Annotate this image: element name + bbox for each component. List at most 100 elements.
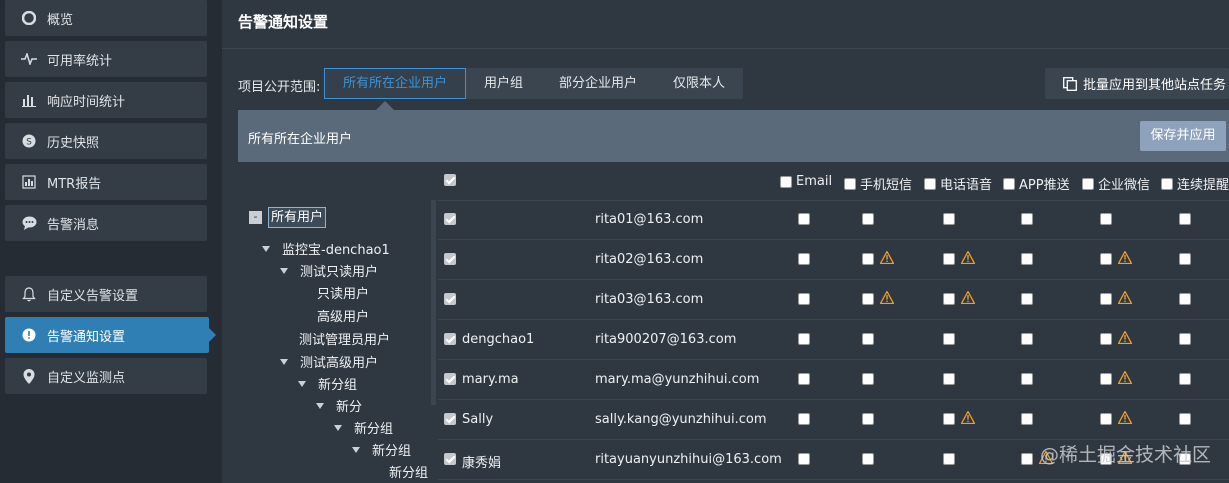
row-checkbox[interactable] xyxy=(444,373,456,389)
notify-checkbox[interactable] xyxy=(862,413,874,429)
tree-node[interactable]: 监控宝-denchao1 xyxy=(262,239,390,258)
tree-node[interactable]: 高级用户 xyxy=(317,306,369,325)
user-email: rita900207@163.com xyxy=(595,332,737,347)
row-checkbox[interactable] xyxy=(444,333,456,349)
tree-node[interactable]: 测试高级用户 xyxy=(280,352,378,371)
row-checkbox[interactable] xyxy=(444,253,456,269)
sidebar-item-availability[interactable]: 可用率统计 xyxy=(5,41,207,77)
select-all-checkbox[interactable] xyxy=(444,174,460,186)
notify-checkbox[interactable] xyxy=(1179,213,1191,229)
tab-self-only[interactable]: 仅限本人 xyxy=(655,68,743,99)
notify-checkbox[interactable] xyxy=(943,373,955,389)
sidebar-item-label: 可用率统计 xyxy=(47,53,113,69)
notify-checkbox[interactable] xyxy=(1021,333,1033,349)
notify-checkbox[interactable] xyxy=(1100,333,1112,349)
row-checkbox[interactable] xyxy=(444,293,456,309)
sidebar-item-response-time[interactable]: 响应时间统计 xyxy=(5,82,207,118)
notify-checkbox[interactable] xyxy=(798,413,810,429)
column-checkbox[interactable] xyxy=(844,177,856,190)
row-checkbox[interactable] xyxy=(444,453,456,469)
tree-node[interactable]: 新分组 xyxy=(389,462,428,481)
sidebar-item-alert-messages[interactable]: 告警消息 xyxy=(5,205,207,241)
sidebar-item-label: 自定义告警设置 xyxy=(47,288,139,304)
chat-icon xyxy=(21,215,37,231)
sidebar-item-custom-alert[interactable]: 自定义告警设置 xyxy=(5,276,207,312)
notify-checkbox[interactable] xyxy=(1021,213,1033,229)
notify-checkbox[interactable] xyxy=(1179,413,1191,429)
sidebar-item-mtr[interactable]: MTR报告 xyxy=(5,164,207,200)
tree-root-all-users[interactable]: 所有用户 xyxy=(268,207,327,228)
tree-node[interactable]: 新分组 xyxy=(352,440,411,459)
tree-node[interactable]: 测试只读用户 xyxy=(280,261,378,280)
notify-checkbox[interactable] xyxy=(798,373,810,389)
warning-icon xyxy=(1117,370,1133,388)
column-checkbox[interactable] xyxy=(1003,177,1015,190)
column-checkbox[interactable] xyxy=(1082,177,1094,190)
notify-checkbox[interactable] xyxy=(798,453,810,469)
notify-checkbox[interactable] xyxy=(862,373,874,389)
caret-down-icon xyxy=(334,424,342,431)
column-voice[interactable]: 电话语音 xyxy=(924,174,992,193)
column-checkbox[interactable] xyxy=(1161,177,1173,190)
notify-checkbox[interactable] xyxy=(943,293,955,309)
row-checkbox[interactable] xyxy=(444,213,456,229)
tab-all-enterprise-users[interactable]: 所有所在企业用户 xyxy=(324,68,467,99)
notify-checkbox[interactable] xyxy=(1179,373,1191,389)
tree-node[interactable]: 只读用户 xyxy=(317,283,369,302)
notify-checkbox[interactable] xyxy=(1021,373,1033,389)
tree-node[interactable]: 新分 xyxy=(316,396,362,415)
notify-checkbox[interactable] xyxy=(943,453,955,469)
notify-checkbox[interactable] xyxy=(798,253,810,269)
batch-apply-button[interactable]: 批量应用到其他站点任务 xyxy=(1045,68,1229,99)
sidebar-item-overview[interactable]: 概览 xyxy=(5,0,207,36)
notify-checkbox[interactable] xyxy=(1179,333,1191,349)
notify-checkbox[interactable] xyxy=(798,293,810,309)
tab-some-enterprise-users[interactable]: 部分企业用户 xyxy=(541,68,655,99)
tree-scrollbar[interactable] xyxy=(431,200,436,405)
sidebar-item-alert-notify[interactable]: 告警通知设置 xyxy=(5,317,216,353)
sidebar-item-custom-points[interactable]: 自定义监测点 xyxy=(5,358,207,394)
notify-checkbox[interactable] xyxy=(1100,413,1112,429)
tab-user-groups[interactable]: 用户组 xyxy=(466,68,541,99)
warning-icon xyxy=(960,290,976,308)
tree-node[interactable]: 测试管理员用户 xyxy=(299,329,390,348)
notify-checkbox[interactable] xyxy=(798,333,810,349)
caret-down-icon xyxy=(280,267,288,274)
column-repeat-remind[interactable]: 连续提醒 xyxy=(1161,174,1229,193)
notify-checkbox[interactable] xyxy=(1100,373,1112,389)
column-wechat[interactable]: 企业微信 xyxy=(1082,174,1150,193)
column-app-push[interactable]: APP推送 xyxy=(1003,174,1070,193)
save-apply-button[interactable]: 保存并应用 xyxy=(1140,121,1226,151)
column-sms[interactable]: 手机短信 xyxy=(844,174,912,193)
column-checkbox[interactable] xyxy=(780,175,792,188)
notify-checkbox[interactable] xyxy=(1021,453,1033,469)
notify-checkbox[interactable] xyxy=(943,253,955,269)
notify-checkbox[interactable] xyxy=(862,453,874,469)
column-checkbox[interactable] xyxy=(924,177,936,190)
notify-checkbox[interactable] xyxy=(943,213,955,229)
user-notify-table: Email 手机短信 电话语音 APP推送 企业微信 连续提醒 rita01@1… xyxy=(438,164,1229,483)
notify-checkbox[interactable] xyxy=(1021,413,1033,429)
notify-checkbox[interactable] xyxy=(1100,293,1112,309)
notify-checkbox[interactable] xyxy=(943,413,955,429)
notify-checkbox[interactable] xyxy=(1179,253,1191,269)
notify-checkbox[interactable] xyxy=(1021,253,1033,269)
tree-node[interactable]: 新分组 xyxy=(334,418,393,437)
scope-label: 项目公开范围: xyxy=(238,80,321,95)
notify-checkbox[interactable] xyxy=(862,333,874,349)
table-row: rita02@163.com xyxy=(438,240,1229,280)
sidebar-item-snapshot[interactable]: S 历史快照 xyxy=(5,123,207,159)
notify-checkbox[interactable] xyxy=(1100,213,1112,229)
collapse-toggle[interactable]: - xyxy=(249,211,262,224)
notify-checkbox[interactable] xyxy=(862,213,874,229)
notify-checkbox[interactable] xyxy=(1179,293,1191,309)
column-email[interactable]: Email xyxy=(780,174,832,189)
row-checkbox[interactable] xyxy=(444,413,456,429)
notify-checkbox[interactable] xyxy=(862,253,874,269)
notify-checkbox[interactable] xyxy=(862,293,874,309)
notify-checkbox[interactable] xyxy=(1100,253,1112,269)
tree-node[interactable]: 新分组 xyxy=(298,374,357,393)
notify-checkbox[interactable] xyxy=(798,213,810,229)
notify-checkbox[interactable] xyxy=(943,333,955,349)
notify-checkbox[interactable] xyxy=(1021,293,1033,309)
